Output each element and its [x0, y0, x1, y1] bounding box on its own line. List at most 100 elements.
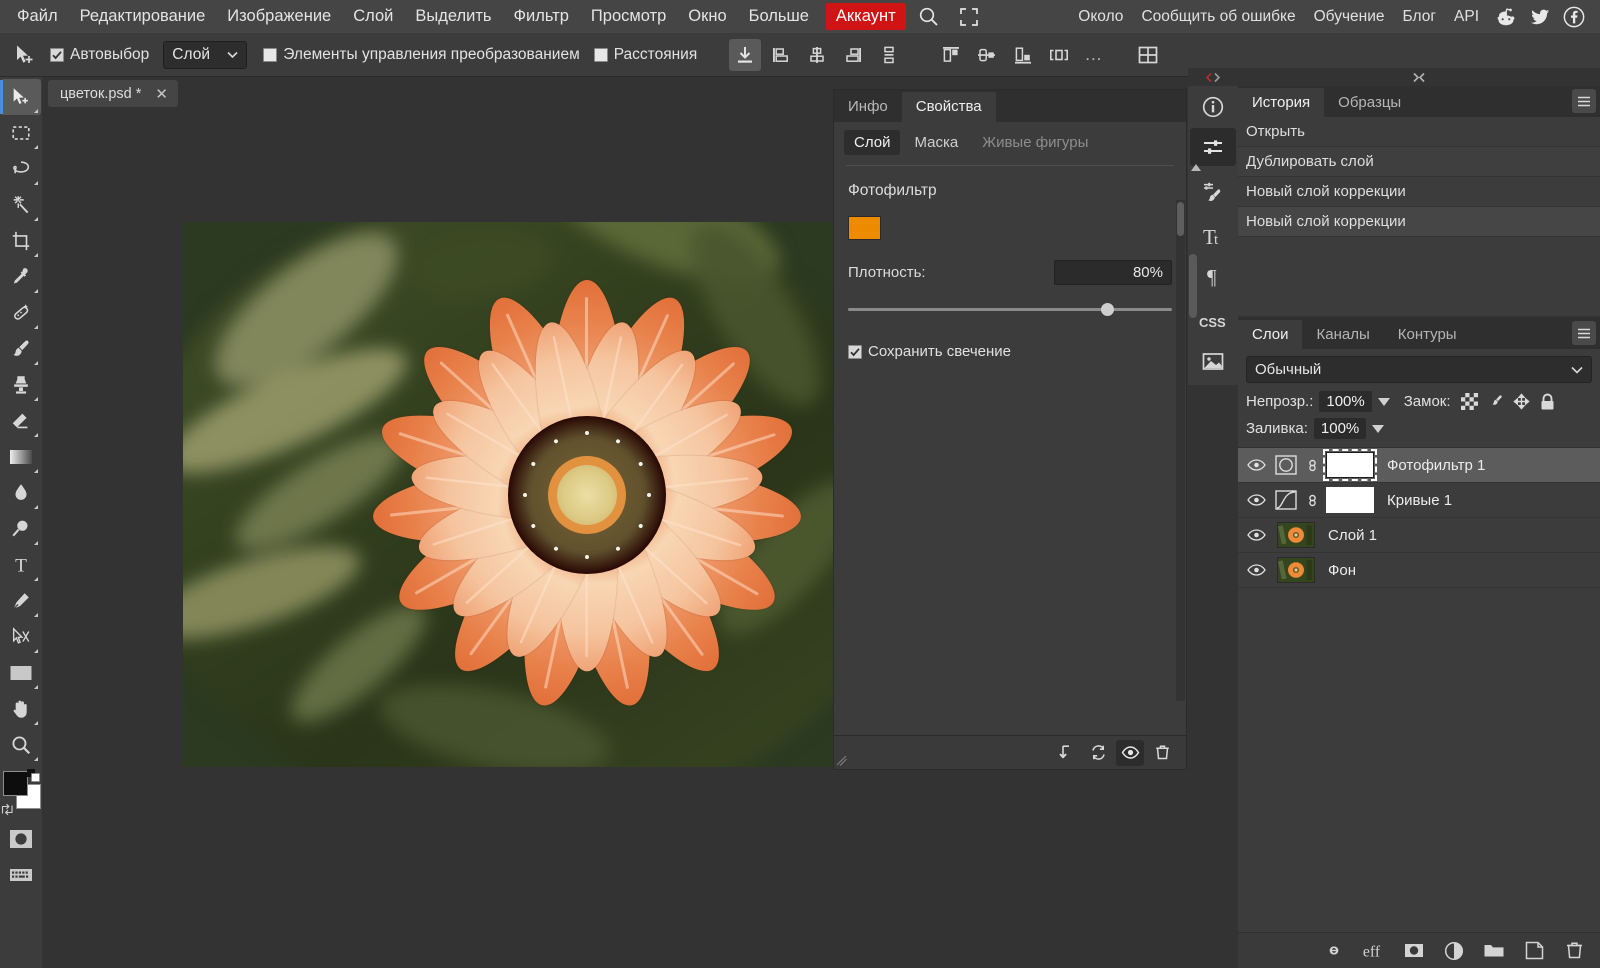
lock-transparency-icon[interactable] — [1460, 393, 1478, 410]
rail-scroll-up-arrow[interactable] — [1190, 164, 1202, 172]
align-center-horizontal-icon[interactable] — [801, 39, 833, 71]
panel-menu-icon[interactable] — [1572, 89, 1596, 113]
layer-mask-link-icon[interactable] — [1306, 492, 1319, 509]
menu-layer[interactable]: Слой — [342, 3, 404, 30]
hand-tool[interactable] — [1, 691, 41, 727]
new-layer-icon[interactable] — [1522, 939, 1546, 963]
menu-edit[interactable]: Редактирование — [69, 3, 217, 30]
delete-icon[interactable] — [1148, 740, 1176, 766]
menu-blog[interactable]: Блог — [1394, 4, 1446, 30]
close-icon[interactable]: ✕ — [155, 85, 168, 103]
shape-tool[interactable] — [1, 655, 41, 691]
grid-icon[interactable] — [1132, 39, 1164, 71]
subtab-layer[interactable]: Слой — [844, 130, 901, 155]
default-colors-icon[interactable] — [27, 769, 40, 782]
more-options-button[interactable]: ... — [1077, 45, 1110, 65]
table-row[interactable]: Кривые 1 — [1238, 483, 1600, 518]
tab-properties[interactable]: Свойства — [901, 92, 996, 122]
align-left-icon[interactable] — [765, 39, 797, 71]
preserve-luminosity-checkbox[interactable]: Сохранить свечение — [848, 343, 1172, 360]
distribute-top-icon[interactable] — [935, 39, 967, 71]
dodge-tool[interactable] — [1, 511, 41, 547]
fill-dropdown-icon[interactable] — [1372, 424, 1385, 433]
history-item-current[interactable]: Новый слой коррекции — [1238, 207, 1600, 237]
tab-history[interactable]: История — [1238, 88, 1325, 117]
fill-input[interactable]: 100% — [1313, 418, 1367, 439]
move-tool[interactable] — [0, 79, 41, 115]
reddit-icon[interactable] — [1490, 2, 1522, 32]
type-tool[interactable]: T — [1, 547, 41, 583]
menu-more[interactable]: Больше — [738, 3, 820, 30]
brush-tool[interactable] — [1, 331, 41, 367]
scope-select[interactable]: Слой — [163, 40, 248, 69]
align-download-icon[interactable] — [729, 38, 762, 71]
layer-mask-thumbnail[interactable] — [1323, 449, 1377, 481]
add-mask-icon[interactable] — [1402, 939, 1426, 963]
layer-name[interactable]: Фон — [1328, 562, 1356, 579]
layer-effects-icon[interactable]: eff — [1362, 939, 1386, 963]
menu-filter[interactable]: Фильтр — [502, 3, 579, 30]
layer-name[interactable]: Слой 1 — [1328, 527, 1377, 544]
tab-info[interactable]: Инфо — [834, 92, 902, 122]
fullscreen-icon[interactable] — [952, 3, 986, 31]
foreground-color-swatch[interactable] — [3, 771, 28, 796]
lasso-tool[interactable] — [1, 151, 41, 187]
transform-controls-checkbox-box[interactable] — [263, 47, 278, 62]
filter-color-swatch[interactable] — [848, 216, 881, 240]
align-distribute-icon[interactable] — [873, 39, 905, 71]
table-row[interactable]: Слой 1 — [1238, 518, 1600, 553]
document-tab[interactable]: цветок.psd * ✕ — [48, 80, 178, 107]
brush-settings-icon[interactable] — [1190, 173, 1236, 211]
zoom-tool[interactable] — [1, 727, 41, 763]
layer-visibility-icon[interactable] — [1246, 458, 1266, 472]
layer-visibility-icon[interactable] — [1246, 493, 1266, 507]
twitter-icon[interactable] — [1524, 2, 1556, 32]
distances-checkbox[interactable]: Расстояния — [593, 46, 697, 64]
menu-report-bug[interactable]: Сообщить об ошибке — [1132, 4, 1304, 30]
magic-wand-tool[interactable] — [1, 187, 41, 223]
subtab-live-shapes[interactable]: Живые фигуры — [972, 130, 1098, 155]
layer-thumbnail[interactable] — [1277, 522, 1315, 548]
color-swatches[interactable] — [1, 769, 41, 817]
lock-pixels-icon[interactable] — [1487, 393, 1504, 410]
menu-api[interactable]: API — [1445, 4, 1488, 30]
quick-mask-icon[interactable] — [1, 821, 41, 857]
menu-file[interactable]: Файл — [6, 3, 69, 30]
distribute-bottom-icon[interactable] — [1007, 39, 1039, 71]
healing-brush-tool[interactable] — [1, 295, 41, 331]
density-slider-knob[interactable] — [1100, 303, 1114, 316]
new-group-icon[interactable] — [1482, 939, 1506, 963]
align-right-icon[interactable] — [837, 39, 869, 71]
account-button[interactable]: Аккаунт — [825, 3, 906, 30]
search-icon[interactable] — [912, 3, 946, 31]
menu-image[interactable]: Изображение — [216, 3, 342, 30]
rail-collapse-marker[interactable] — [1188, 68, 1238, 86]
menu-learn[interactable]: Обучение — [1305, 4, 1394, 30]
new-adjustment-icon[interactable] — [1442, 939, 1466, 963]
facebook-icon[interactable] — [1558, 2, 1590, 32]
panel-menu-icon[interactable] — [1572, 321, 1596, 345]
layer-name[interactable]: Фотофильтр 1 — [1387, 457, 1485, 474]
menu-select[interactable]: Выделить — [404, 3, 502, 30]
rail-scrollbar-thumb[interactable] — [1189, 254, 1197, 318]
autoselect-checkbox-box[interactable] — [50, 47, 64, 62]
eraser-tool[interactable] — [1, 403, 41, 439]
image-icon[interactable] — [1190, 343, 1236, 381]
lock-all-icon[interactable] — [1539, 393, 1556, 411]
subtab-mask[interactable]: Маска — [904, 130, 968, 155]
table-row[interactable]: Фон — [1238, 553, 1600, 588]
character-icon[interactable]: Tt — [1190, 218, 1236, 256]
properties-scrollbar-thumb[interactable] — [1177, 202, 1184, 236]
table-row[interactable]: Фотофильтр 1 — [1238, 448, 1600, 483]
layer-name[interactable]: Кривые 1 — [1387, 492, 1452, 509]
adjustments-icon[interactable] — [1190, 128, 1236, 166]
clip-to-layer-icon[interactable] — [1052, 740, 1080, 766]
eyedropper-tool[interactable] — [1, 259, 41, 295]
gradient-tool[interactable] — [1, 439, 41, 475]
opacity-dropdown-icon[interactable] — [1377, 397, 1390, 406]
preserve-luminosity-box[interactable] — [848, 344, 862, 359]
opacity-input[interactable]: 100% — [1319, 391, 1372, 412]
link-layers-icon[interactable] — [1322, 939, 1346, 963]
pen-tool[interactable] — [1, 583, 41, 619]
clone-stamp-tool[interactable] — [1, 367, 41, 403]
